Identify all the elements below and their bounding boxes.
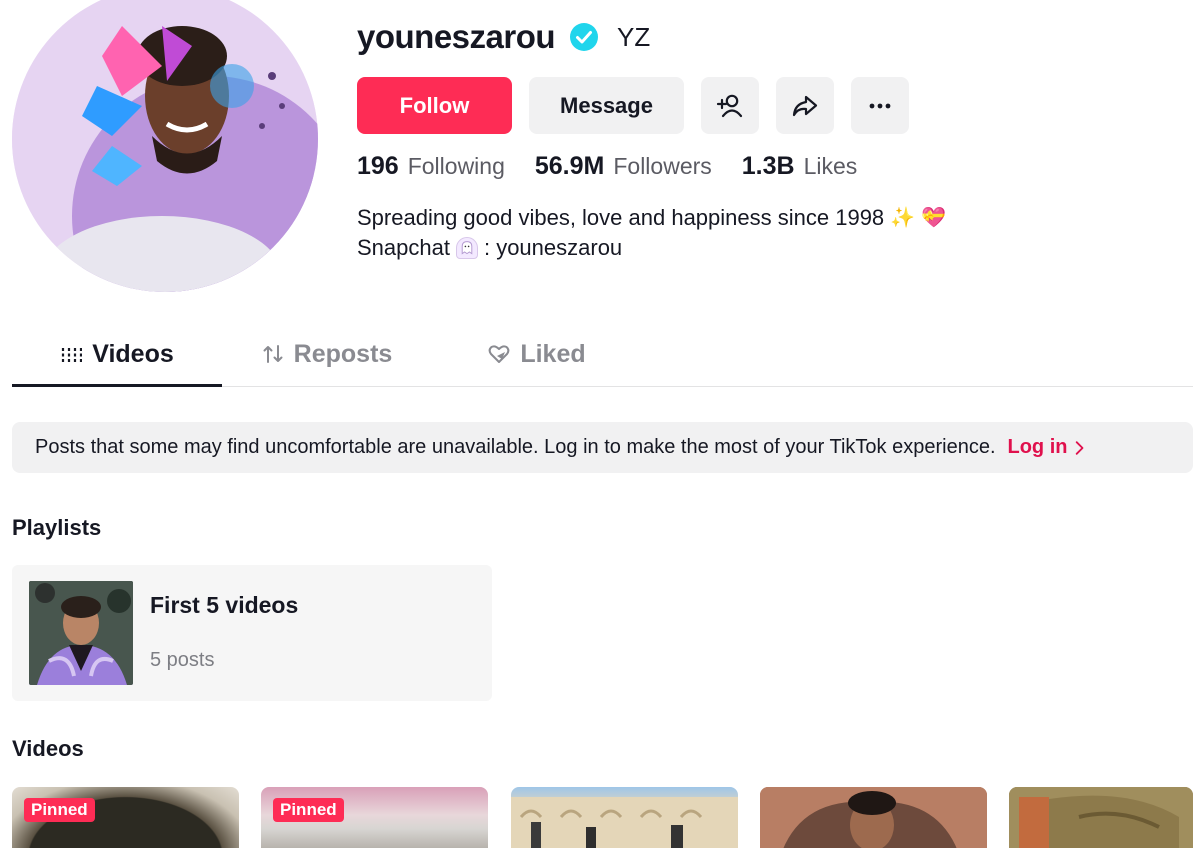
profile-avatar[interactable] [12, 0, 318, 292]
repost-icon [263, 345, 283, 363]
video-thumbnail[interactable]: Pinned [12, 787, 239, 848]
likes-label: Likes [803, 153, 858, 179]
likes-stat: 1.3B Likes [742, 152, 858, 181]
share-button[interactable] [776, 77, 834, 134]
bio-line-2: Snapchat : youneszarou [357, 233, 946, 263]
playlist-thumbnail [29, 581, 133, 685]
follow-button[interactable]: Follow [357, 77, 512, 134]
profile-username: youneszarou [357, 18, 556, 55]
video-thumbnail-image [760, 787, 987, 848]
video-thumbnail-image [1009, 787, 1193, 848]
following-count: 196 [357, 152, 399, 180]
more-button[interactable] [851, 77, 909, 134]
liked-icon [488, 345, 510, 363]
bio-snapchat-label: Snapchat [357, 235, 450, 260]
playlist-card[interactable]: First 5 videos 5 posts [12, 565, 492, 701]
followers-stat[interactable]: 56.9M Followers [535, 152, 712, 181]
pinned-badge: Pinned [24, 798, 95, 822]
add-friend-button[interactable] [701, 77, 759, 134]
share-icon [792, 95, 818, 116]
followers-label: Followers [613, 153, 712, 179]
video-thumbnail-image [511, 797, 738, 848]
videos-heading: Videos [12, 736, 84, 761]
profile-nickname: YZ [617, 21, 651, 52]
verified-badge-icon [569, 22, 599, 52]
video-thumbnail[interactable] [760, 787, 987, 848]
profile-actions: Follow Message [357, 77, 909, 134]
tab-liked-label: Liked [520, 339, 586, 368]
content-notice-banner: Posts that some may find uncomfortable a… [12, 422, 1193, 473]
tab-liked[interactable]: Liked [432, 322, 642, 386]
bio-text-1: Spreading good vibes, love and happiness… [357, 205, 885, 230]
playlist-title: First 5 videos [150, 592, 299, 618]
add-user-icon [716, 94, 743, 117]
more-icon [869, 103, 891, 108]
profile-tabs: Videos Reposts Liked [12, 322, 1193, 387]
profile-stats: 196 Following 56.9M Followers 1.3B Likes [357, 152, 857, 181]
grid-icon [62, 348, 83, 362]
sparkle-icon: ✨ [890, 207, 916, 229]
ghost-icon [455, 237, 478, 259]
tab-reposts-label: Reposts [293, 339, 393, 368]
video-thumbnail[interactable]: Pinned [261, 787, 488, 848]
login-link-label: Log in [1007, 436, 1068, 458]
likes-count: 1.3B [741, 152, 795, 180]
chevron-right-icon [1076, 440, 1084, 455]
avatar-image [12, 0, 318, 292]
following-label: Following [407, 153, 505, 179]
playlist-post-count: 5 posts [150, 649, 215, 671]
login-link[interactable]: Log in [1008, 436, 1086, 459]
tab-videos-label: Videos [92, 339, 174, 368]
bio-snapchat-handle: : youneszarou [483, 235, 623, 260]
message-button[interactable]: Message [529, 77, 684, 134]
video-thumbnail[interactable] [1009, 787, 1193, 848]
bio-line-1: Spreading good vibes, love and happiness… [357, 203, 946, 233]
tab-videos[interactable]: Videos [12, 322, 222, 387]
video-thumbnail[interactable] [511, 787, 738, 848]
tab-reposts[interactable]: Reposts [222, 322, 432, 386]
notice-text: Posts that some may find uncomfortable a… [35, 436, 996, 458]
followers-count: 56.9M [534, 152, 605, 180]
profile-header: youneszarou YZ [357, 18, 650, 56]
following-stat[interactable]: 196 Following [357, 152, 505, 181]
heart-gift-icon: 💝 [921, 207, 946, 229]
pinned-badge: Pinned [273, 798, 344, 822]
profile-bio: Spreading good vibes, love and happiness… [357, 203, 946, 263]
playlists-heading: Playlists [12, 515, 102, 540]
